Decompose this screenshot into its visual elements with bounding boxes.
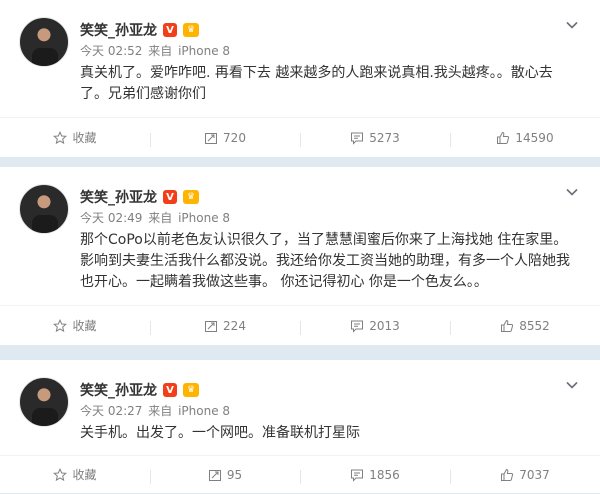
user-name[interactable]: 笑笑_孙亚龙 [80,20,157,40]
post-meta: 今天 02:27 来自 iPhone 8 [80,402,232,419]
thumbs-up-icon [501,468,514,481]
user-name[interactable]: 笑笑_孙亚龙 [80,187,157,207]
comment-button[interactable]: 1856 [300,467,450,484]
post-actions: 收藏 95 1856 7037 [0,455,600,493]
vip-badge-icon: ♛ [183,383,199,397]
like-count: 8552 [519,318,550,333]
source-prefix: 来自 [148,44,173,58]
post-meta: 今天 02:49 来自 iPhone 8 [80,209,232,226]
comment-count: 2013 [369,318,400,333]
chevron-down-icon[interactable] [566,186,578,198]
repost-icon [205,320,218,332]
comment-button[interactable]: 5273 [300,130,450,147]
favorite-button[interactable]: 收藏 [0,466,150,483]
like-count: 7037 [519,467,550,482]
vip-badge-icon: ♛ [183,190,199,204]
post-actions: 收藏 720 5273 14590 [0,117,600,157]
like-button[interactable]: 14590 [450,130,600,147]
comment-icon [351,320,364,333]
post-time[interactable]: 今天 02:52 [80,44,142,58]
avatar[interactable] [19,377,69,427]
post-actions: 收藏 224 2013 8552 [0,305,600,345]
comment-count: 1856 [369,467,400,482]
avatar[interactable] [19,17,69,67]
repost-count: 95 [226,467,243,482]
post-time[interactable]: 今天 02:27 [80,404,142,418]
source-prefix: 来自 [148,211,173,225]
post-text: 真关机了。爱咋咋吧. 再看下去 越来越多的人跑来说真相.我头越疼。。散心去了。兄… [80,65,553,102]
vip-badge-icon: ♛ [183,23,199,37]
comment-button[interactable]: 2013 [300,318,450,335]
like-count: 14590 [515,130,554,145]
avatar[interactable] [19,184,69,234]
star-icon [53,130,68,144]
post-source: iPhone 8 [178,211,231,225]
user-name[interactable]: 笑笑_孙亚龙 [80,380,157,400]
source-prefix: 来自 [148,404,173,418]
post-time[interactable]: 今天 02:49 [80,211,142,225]
favorite-label: 收藏 [72,319,97,333]
favorite-label: 收藏 [72,468,97,482]
thumbs-up-icon [497,131,510,144]
repost-count: 720 [223,130,246,145]
verified-badge-icon: V [163,383,177,397]
chevron-down-icon[interactable] [566,19,578,31]
star-icon [53,467,68,481]
repost-button[interactable]: 720 [150,130,300,147]
repost-icon [208,469,221,481]
star-icon [53,318,68,332]
verified-badge-icon: V [163,190,177,204]
weibo-post: 笑笑_孙亚龙 V ♛ 今天 02:49 来自 iPhone 8 那个CoPo以前… [0,167,600,345]
weibo-post: 笑笑_孙亚龙 V ♛ 今天 02:52 来自 iPhone 8 真关机了。爱咋咋… [0,0,600,157]
favorite-button[interactable]: 收藏 [0,317,150,334]
repost-count: 224 [223,318,246,333]
post-meta: 今天 02:52 来自 iPhone 8 [80,42,232,59]
repost-icon [205,132,218,144]
favorite-label: 收藏 [72,131,97,145]
post-text: 关手机。出发了。一个网吧。准备联机打星际 [80,425,360,441]
post-text: 那个CoPo以前老色友认识很久了，当了慧慧闺蜜后你来了上海找她 住在家里。影响到… [80,232,570,290]
comment-icon [351,132,364,145]
thumbs-up-icon [501,319,514,332]
repost-button[interactable]: 224 [150,318,300,335]
like-button[interactable]: 7037 [450,467,600,484]
post-source: iPhone 8 [178,44,231,58]
comment-count: 5273 [369,130,400,145]
repost-button[interactable]: 95 [150,467,300,484]
like-button[interactable]: 8552 [450,318,600,335]
verified-badge-icon: V [163,23,177,37]
chevron-down-icon[interactable] [566,379,578,391]
post-source: iPhone 8 [178,404,231,418]
favorite-button[interactable]: 收藏 [0,129,150,146]
weibo-post: 笑笑_孙亚龙 V ♛ 今天 02:27 来自 iPhone 8 关手机。出发了。… [0,360,600,493]
comment-icon [351,469,364,482]
